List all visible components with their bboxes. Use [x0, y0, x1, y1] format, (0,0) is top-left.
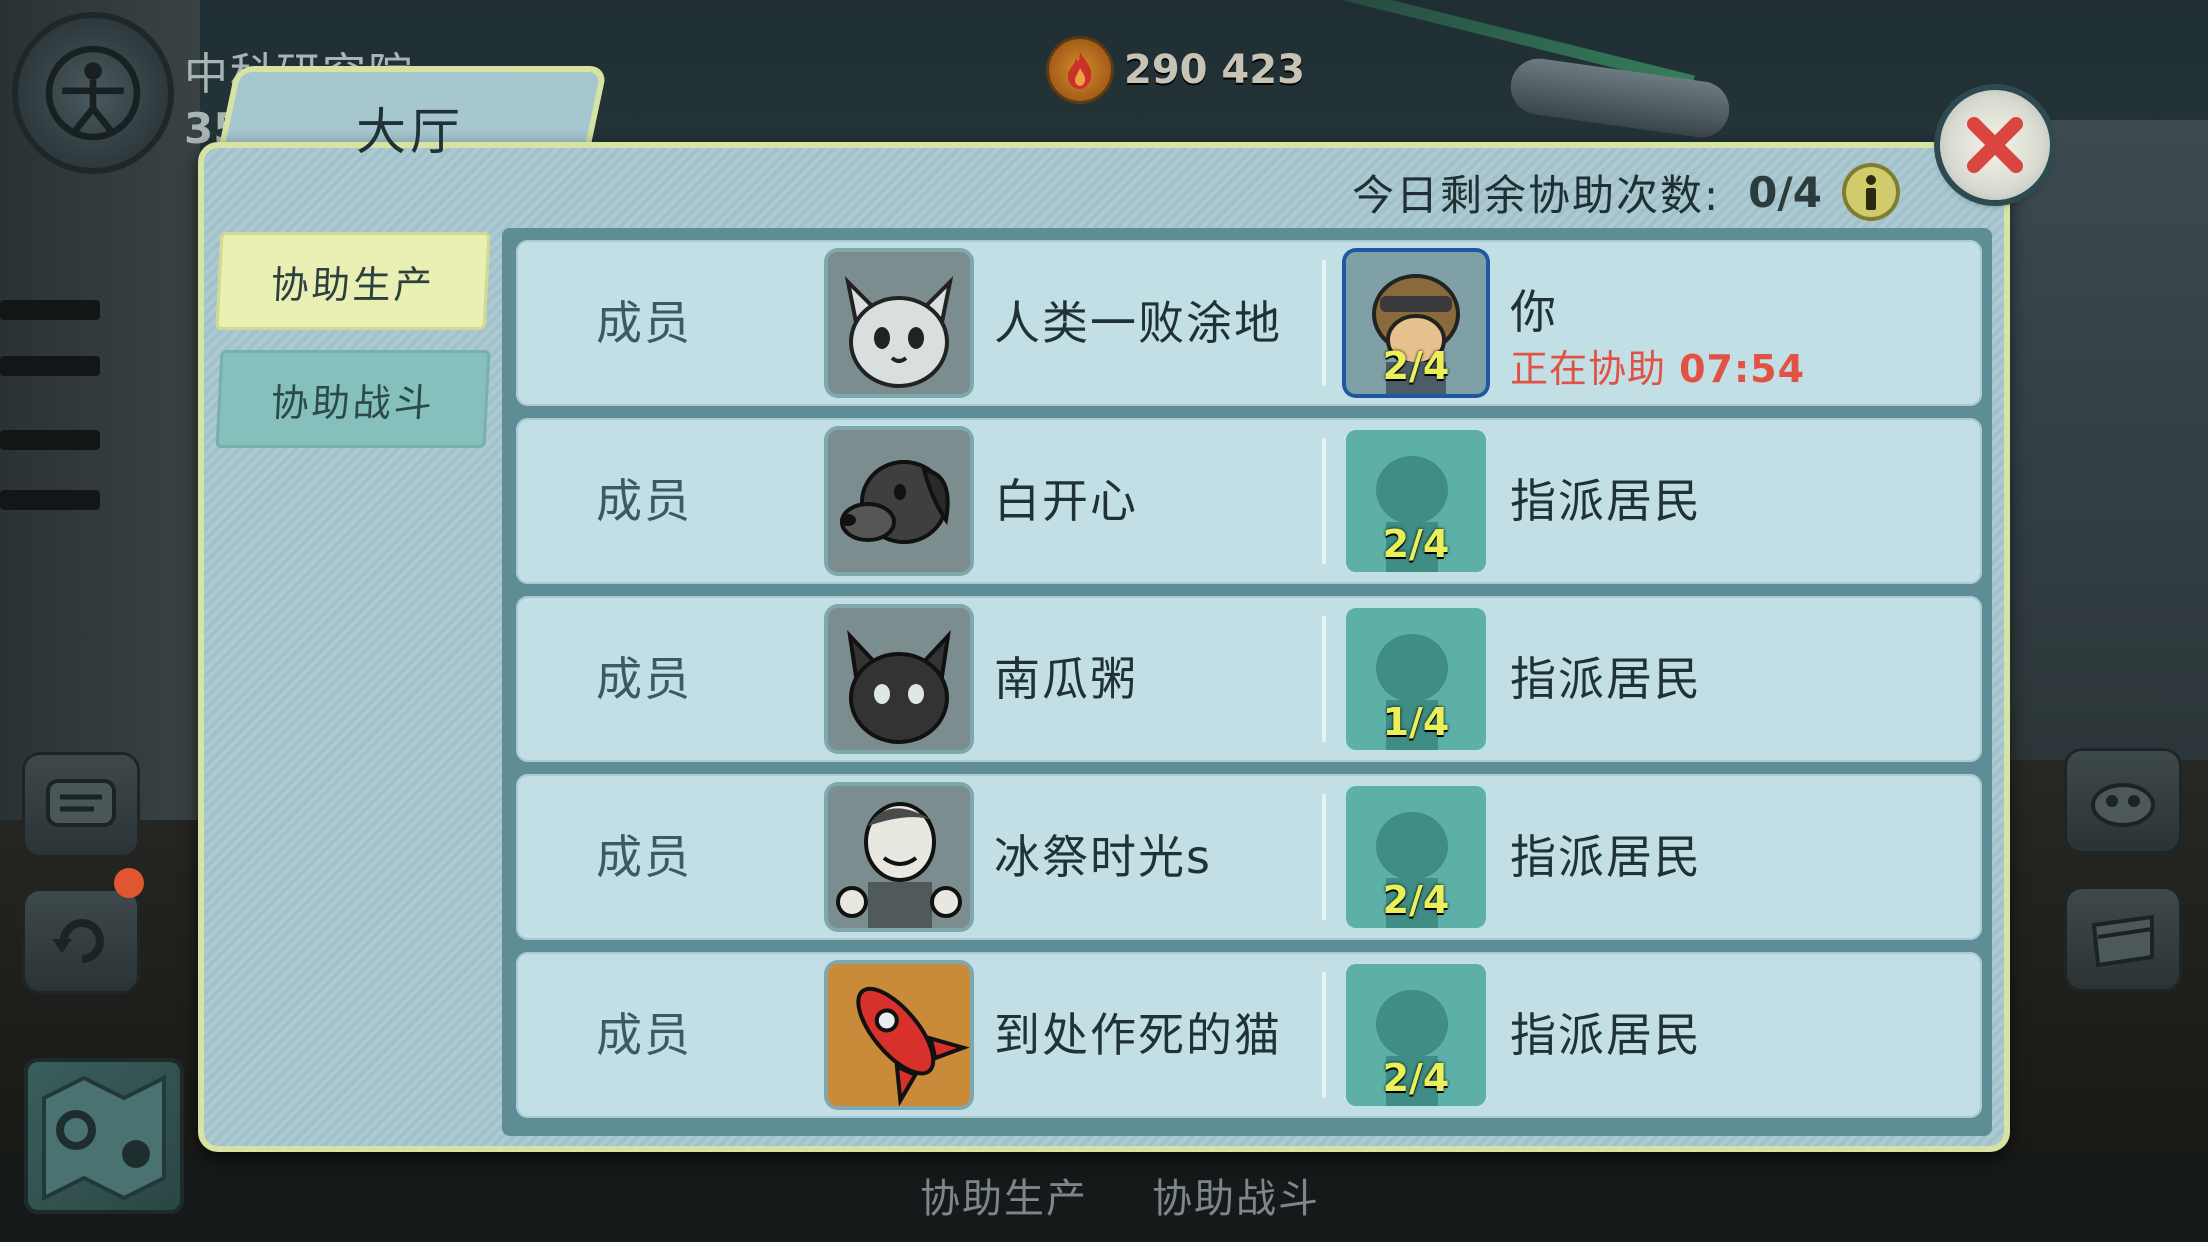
friends-button[interactable] [22, 888, 140, 994]
building-slat [0, 356, 100, 376]
assist-slot[interactable]: 2/4 [1346, 252, 1486, 394]
map-settings-icon [42, 1074, 166, 1202]
member-row: 成员 冰祭时光s 2/4 指派居民 [516, 774, 1982, 940]
map-button[interactable] [24, 1058, 184, 1214]
lunchbox-button[interactable] [2064, 748, 2182, 854]
building-slat [0, 300, 100, 320]
remaining-assists-label: 今日剩余协助次数: [1352, 170, 1721, 220]
chat-icon [46, 779, 116, 827]
dog-icon [828, 430, 970, 572]
member-name: 冰祭时光s [994, 830, 1212, 884]
member-role: 成员 [596, 296, 692, 350]
close-button[interactable] [1940, 90, 2050, 200]
assist-slot[interactable]: 2/4 [1346, 786, 1486, 928]
assist-slot[interactable]: 1/4 [1346, 608, 1486, 750]
background-building-right [1998, 120, 2208, 760]
member-list: 成员 人类一败涂地 2/4 你 正在协助 07:54 成员 白开心 2/4 指派… [502, 228, 1992, 1136]
rocket-icon [828, 964, 970, 1106]
assist-status-label: 正在协助 [1510, 347, 1667, 391]
black-cat-icon [828, 608, 970, 750]
box-icon [2091, 914, 2154, 968]
assist-slot[interactable]: 2/4 [1346, 964, 1486, 1106]
member-avatar[interactable] [828, 786, 970, 928]
row-divider [1322, 972, 1326, 1098]
member-role: 成员 [596, 474, 692, 528]
bottom-tab-assist-production[interactable]: 协助生产 [920, 1166, 1088, 1224]
assist-count: 2/4 [1382, 522, 1450, 566]
refresh-icon [52, 919, 104, 963]
member-role: 成员 [596, 1008, 692, 1062]
assist-timer: 07:54 [1679, 347, 1806, 391]
currency-value: 290 423 [1124, 47, 1305, 93]
bottom-tabs: 协助生产 协助战斗 [920, 1166, 1320, 1224]
member-name: 南瓜粥 [994, 652, 1138, 706]
row-divider [1322, 438, 1326, 564]
member-role: 成员 [596, 830, 692, 884]
close-icon [1967, 117, 2023, 173]
member-name: 到处作死的猫 [994, 1008, 1282, 1062]
member-name: 人类一败涂地 [994, 296, 1282, 350]
storage-button[interactable] [2064, 886, 2182, 992]
dialog-title: 大厅 [356, 103, 464, 161]
building-slat [0, 490, 100, 510]
gray-cat-icon [828, 252, 970, 394]
member-name: 白开心 [994, 474, 1138, 528]
member-row: 成员 人类一败涂地 2/4 你 正在协助 07:54 [516, 240, 1982, 406]
assist-slot[interactable]: 2/4 [1346, 430, 1486, 572]
member-row: 成员 到处作死的猫 2/4 指派居民 [516, 952, 1982, 1118]
assist-count: 2/4 [1382, 1056, 1450, 1100]
assign-dweller-label[interactable]: 指派居民 [1510, 952, 1702, 1118]
member-avatar[interactable] [828, 430, 970, 572]
member-row: 成员 白开心 2/4 指派居民 [516, 418, 1982, 584]
tab-assist-production[interactable]: 协助生产 [215, 232, 491, 330]
building-slat [0, 430, 100, 450]
assign-dweller-label[interactable]: 指派居民 [1510, 418, 1702, 584]
remaining-assists-value: 0/4 [1748, 167, 1822, 217]
tab-assist-combat[interactable]: 协助战斗 [215, 350, 491, 448]
vault-emblem[interactable] [18, 18, 168, 168]
notification-dot [114, 868, 144, 898]
currency-display: 290 423 [1046, 36, 1305, 104]
pet-carrier-icon [2091, 783, 2155, 827]
assist-you: 你 [1510, 285, 1556, 339]
row-divider [1322, 616, 1326, 742]
vault-boy-icon [828, 786, 970, 928]
assign-dweller-label[interactable]: 指派居民 [1510, 774, 1702, 940]
member-avatar[interactable] [828, 252, 970, 394]
member-row: 成员 南瓜粥 1/4 指派居民 [516, 596, 1982, 762]
member-avatar[interactable] [828, 608, 970, 750]
assist-count: 1/4 [1382, 700, 1450, 744]
chat-button[interactable] [22, 752, 140, 858]
bottom-tab-assist-combat[interactable]: 协助战斗 [1152, 1166, 1320, 1224]
assist-status: 正在协助 07:54 [1510, 338, 1805, 393]
remaining-assists: 今日剩余协助次数: 0/4 [1352, 162, 1900, 222]
assist-count: 2/4 [1382, 878, 1450, 922]
vitruvian-icon [45, 45, 141, 141]
row-divider [1322, 794, 1326, 920]
info-icon[interactable] [1841, 163, 1900, 221]
fire-icon [1046, 36, 1114, 104]
assist-count: 2/4 [1382, 344, 1450, 388]
row-divider [1322, 260, 1326, 386]
member-avatar[interactable] [828, 964, 970, 1106]
assign-dweller-label[interactable]: 指派居民 [1510, 596, 1702, 762]
member-role: 成员 [596, 652, 692, 706]
